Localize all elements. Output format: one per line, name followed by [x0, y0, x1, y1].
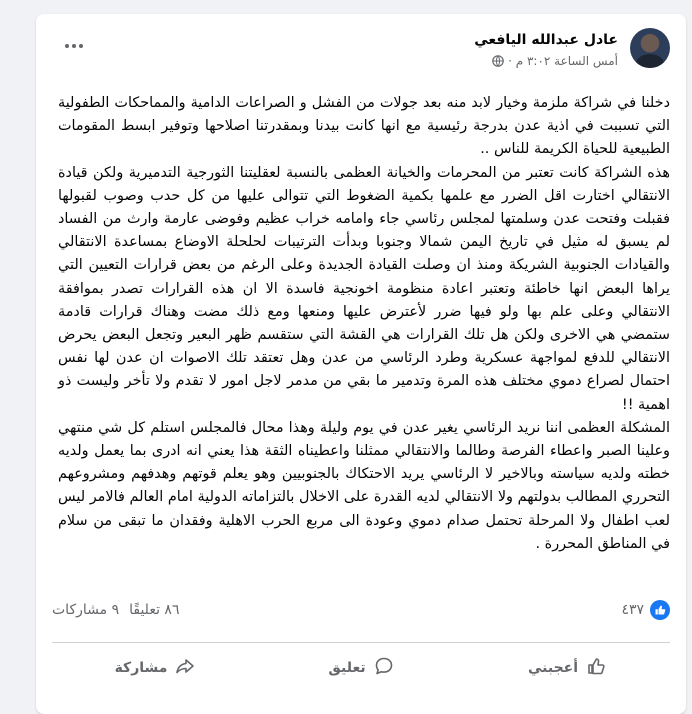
post-paragraph: المشكلة العظمى اننا نريد الرئاسي يغير عد…	[58, 419, 670, 552]
dot	[65, 44, 69, 48]
dot	[72, 44, 76, 48]
divider	[52, 642, 670, 643]
post-timestamp[interactable]: أمس الساعة ٣:٠٢ م ·	[508, 54, 618, 68]
comment-button[interactable]: تعليق	[258, 648, 464, 688]
comment-icon	[374, 656, 394, 680]
comment-label: تعليق	[328, 660, 366, 676]
more-options-button[interactable]	[60, 36, 88, 56]
action-bar: أعجبني تعليق مشاركة	[52, 648, 670, 688]
like-button[interactable]: أعجبني	[464, 648, 670, 688]
post-paragraph: هذه الشراكة كانت تعتبر من المحرمات والخي…	[58, 164, 670, 413]
reactions-count: ٤٣٧	[621, 602, 644, 618]
author-name[interactable]: عادل عبدالله اليافعي	[474, 32, 618, 48]
like-label: أعجبني	[527, 660, 579, 676]
post-card: عادل عبدالله اليافعي أمس الساعة ٣:٠٢ م ·…	[36, 14, 686, 714]
post-paragraph: دخلنا في شراكة ملزمة وخيار لابد منه بعد …	[58, 95, 670, 158]
post-stats: ٤٣٧ ٨٦ تعليقًا ٩ مشاركات	[52, 600, 670, 626]
post-body: دخلنا في شراكة ملزمة وخيار لابد منه بعد …	[58, 92, 670, 556]
share-label: مشاركة	[114, 660, 168, 676]
dot	[79, 44, 83, 48]
post-meta: أمس الساعة ٣:٠٢ م ·	[492, 54, 618, 68]
like-icon	[586, 656, 606, 680]
share-icon	[175, 656, 195, 680]
share-button[interactable]: مشاركة	[52, 648, 258, 688]
post-header: عادل عبدالله اليافعي أمس الساعة ٣:٠٢ م ·	[36, 14, 686, 78]
comments-count[interactable]: ٨٦ تعليقًا	[129, 602, 179, 618]
reactions-summary[interactable]: ٤٣٧	[621, 600, 670, 620]
shares-count[interactable]: ٩ مشاركات	[52, 602, 119, 618]
author-avatar[interactable]	[630, 28, 670, 68]
engagement-counts: ٨٦ تعليقًا ٩ مشاركات	[52, 602, 179, 618]
globe-icon	[492, 55, 504, 67]
like-reaction-icon	[650, 600, 670, 620]
